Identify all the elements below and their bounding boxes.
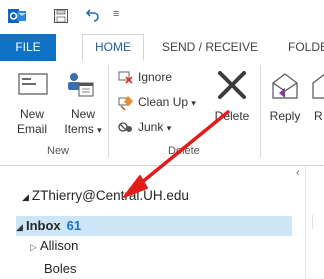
tab-send-receive[interactable]: SEND / RECEIVE <box>150 34 270 61</box>
ignore-label: Ignore <box>138 70 173 84</box>
reply-all-label: R <box>314 109 323 123</box>
junk-label: Junk ▾ <box>138 118 171 137</box>
reply-icon <box>272 73 298 99</box>
reading-pane-edge <box>312 215 323 229</box>
new-items-icon <box>68 73 94 97</box>
new-items-label: New Items ▾ <box>58 107 108 138</box>
folder-allison[interactable]: ▷ Allison <box>30 236 322 256</box>
inbox-unread-count: 61 <box>66 218 82 233</box>
customize-qat-button[interactable]: ≡ <box>113 8 119 20</box>
clean-up-button[interactable]: Clean Up ▾ <box>118 93 208 111</box>
expand-allison-icon[interactable]: ▷ <box>30 237 40 257</box>
new-email-label-line2: Email <box>16 122 47 136</box>
ribbon-separator-2 <box>260 65 261 157</box>
ribbon-tabs: FILE HOME SEND / RECEIVE FOLDER <box>0 34 324 62</box>
delete-icon <box>218 71 246 99</box>
quick-access-toolbar: ≡ <box>0 0 324 34</box>
ignore-button[interactable]: Ignore <box>118 68 198 86</box>
new-items-caret: ▾ <box>97 125 102 135</box>
folder-inbox[interactable]: ◢ Inbox 61 <box>16 216 292 236</box>
tab-home[interactable]: HOME <box>82 34 144 61</box>
new-email-label: New Email <box>8 107 56 137</box>
save-icon[interactable] <box>54 9 68 23</box>
clean-up-caret: ▾ <box>191 98 196 108</box>
clean-up-icon <box>118 96 133 110</box>
junk-text: Junk <box>138 120 164 134</box>
allison-label: Allison <box>40 238 79 253</box>
ribbon: New Email New Items ▾ New Ignore Clean U… <box>0 61 324 166</box>
clean-up-text: Clean Up <box>138 95 189 109</box>
boles-label: Boles <box>44 261 77 276</box>
ignore-icon <box>118 71 133 84</box>
clean-up-label: Clean Up ▾ <box>138 93 196 112</box>
new-items-label-line2: Items <box>64 122 94 136</box>
group-label-delete: Delete <box>168 145 200 157</box>
junk-icon <box>118 122 132 132</box>
account-label: ZThierry@Central.UH.edu <box>31 188 189 203</box>
group-label-new: New <box>47 145 70 157</box>
folder-boles[interactable]: Boles <box>44 259 324 279</box>
tab-folder[interactable]: FOLDER <box>276 34 324 61</box>
undo-icon[interactable] <box>86 8 100 22</box>
reply-label: Reply <box>269 109 301 123</box>
reply-button[interactable]: Reply <box>264 67 306 141</box>
collapse-pane-button[interactable]: ‹ <box>296 167 300 179</box>
junk-button[interactable]: Junk ▾ <box>118 118 188 136</box>
new-email-icon <box>18 73 48 95</box>
new-items-button[interactable]: New Items ▾ <box>60 69 104 143</box>
delete-button[interactable]: Delete <box>210 67 254 141</box>
expand-account-icon[interactable]: ◢ <box>22 192 29 202</box>
new-email-label-line1: New <box>19 107 44 121</box>
reply-all-button[interactable]: R <box>310 67 324 141</box>
reply-all-icon <box>312 74 324 99</box>
delete-label: Delete <box>214 109 250 123</box>
expand-inbox-icon[interactable]: ◢ <box>16 217 26 237</box>
ribbon-separator-1 <box>108 65 109 157</box>
tab-file[interactable]: FILE <box>0 34 56 61</box>
new-email-button[interactable]: New Email <box>14 69 52 143</box>
junk-caret: ▾ <box>166 123 172 133</box>
outlook-icon[interactable] <box>8 7 26 25</box>
new-items-label-line1: New <box>70 107 95 121</box>
account-folder[interactable]: ◢ ZThierry@Central.UH.edu <box>22 186 314 206</box>
inbox-label: Inbox <box>26 218 61 233</box>
